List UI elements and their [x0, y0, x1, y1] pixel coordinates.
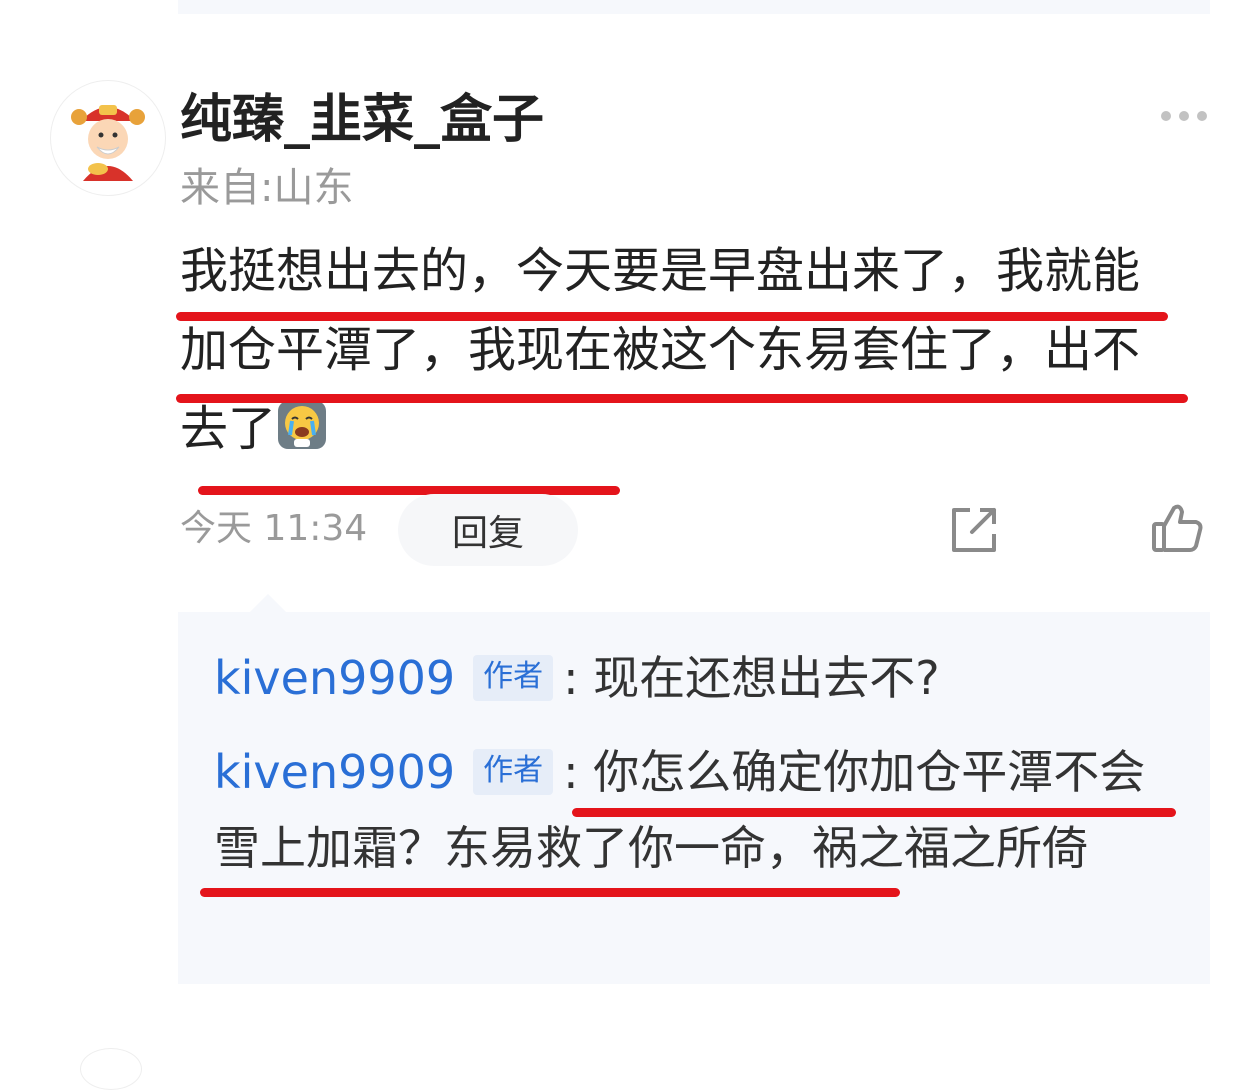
- author-badge: 作者: [473, 749, 554, 795]
- highlight-underline-4: [572, 808, 1176, 817]
- comment-timestamp: 今天 11:34: [180, 508, 368, 549]
- comment-body: 我挺想出去的，今天要是早盘出来了，我就能加仓平潭了，我现在被这个东易套住了，出不…: [180, 232, 1180, 469]
- reply-author[interactable]: kiven9909: [214, 651, 455, 705]
- reply-separator: :: [563, 745, 579, 799]
- highlight-underline-3: [198, 486, 620, 495]
- reply-item-1[interactable]: kiven9909 作者: 现在还想出去不?: [214, 640, 1174, 716]
- comment-username[interactable]: 纯臻_韭菜_盒子: [180, 88, 544, 152]
- avatar-image: [52, 82, 164, 194]
- replies-container: kiven9909 作者: 现在还想出去不? kiven9909 作者: 你怎么确定…: [178, 612, 1210, 984]
- reply-separator: :: [563, 651, 579, 705]
- highlight-underline-2: [176, 394, 1188, 403]
- crying-emoji-icon: [276, 396, 328, 449]
- reply-text: 现在还想出去不?: [578, 651, 940, 705]
- reply-box-pointer: [248, 594, 288, 614]
- reply-button[interactable]: 回复: [398, 494, 578, 566]
- user-avatar[interactable]: [50, 80, 166, 196]
- reply-author[interactable]: kiven9909: [214, 745, 455, 799]
- comment-location: 来自:山东: [180, 165, 354, 211]
- previous-reply-box-edge: [178, 0, 1210, 14]
- author-badge: 作者: [473, 655, 554, 701]
- highlight-underline-1: [176, 312, 1168, 321]
- more-dots-icon[interactable]: [1158, 106, 1210, 126]
- next-comment-avatar[interactable]: [80, 1048, 142, 1090]
- share-icon[interactable]: [948, 504, 1000, 556]
- thumbs-up-icon[interactable]: [1150, 500, 1206, 556]
- highlight-underline-5: [200, 888, 900, 897]
